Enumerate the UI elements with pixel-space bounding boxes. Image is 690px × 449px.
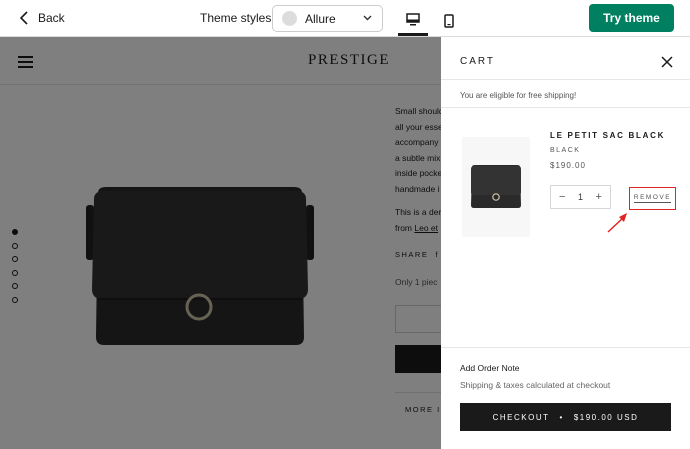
mobile-icon xyxy=(444,14,454,28)
theme-swatch xyxy=(282,11,297,26)
divider xyxy=(441,347,690,348)
checkout-button[interactable]: CHECKOUT • $190.00 USD xyxy=(460,403,671,431)
cart-item-variant: BLACK xyxy=(550,147,581,154)
remove-label: REMOVE xyxy=(633,194,672,203)
decrease-quantity-button[interactable]: − xyxy=(559,191,565,203)
desktop-icon xyxy=(406,13,420,26)
desktop-view-button[interactable] xyxy=(398,6,428,36)
free-shipping-message: You are eligible for free shipping! xyxy=(460,91,577,100)
theme-styles-label: Theme styles xyxy=(200,11,272,25)
cart-item-price: $190.00 xyxy=(550,161,586,170)
cart-title: CART xyxy=(460,56,496,67)
try-theme-button[interactable]: Try theme xyxy=(589,4,674,32)
quantity-stepper: − 1 + xyxy=(550,185,611,209)
add-order-note-link[interactable]: Add Order Note xyxy=(460,363,520,373)
product-thumbnail xyxy=(471,165,521,208)
taxes-note: Shipping & taxes calculated at checkout xyxy=(460,380,611,390)
theme-style-select[interactable]: Allure xyxy=(272,5,383,32)
quantity-value[interactable]: 1 xyxy=(578,192,583,202)
back-label: Back xyxy=(38,11,65,25)
annotation-arrow-icon xyxy=(607,213,627,233)
divider xyxy=(441,107,690,108)
theme-selected-value: Allure xyxy=(305,11,336,26)
editor-topbar: Back Theme styles Allure Try theme xyxy=(0,0,690,37)
checkout-total: $190.00 USD xyxy=(573,412,639,422)
cart-drawer: CART You are eligible for free shipping!… xyxy=(441,37,690,449)
chevron-down-icon xyxy=(363,15,372,21)
increase-quantity-button[interactable]: + xyxy=(596,191,602,203)
checkout-label: CHECKOUT xyxy=(492,412,550,422)
mobile-view-button[interactable] xyxy=(434,6,464,36)
chevron-left-icon xyxy=(20,11,28,25)
back-button[interactable]: Back xyxy=(20,9,65,27)
checkout-separator: • xyxy=(559,412,564,422)
close-icon[interactable] xyxy=(660,55,674,69)
cart-item-image[interactable] xyxy=(462,137,530,237)
remove-item-button[interactable]: REMOVE xyxy=(629,187,676,210)
divider xyxy=(441,79,690,80)
cart-item-name[interactable]: LE PETIT SAC BLACK xyxy=(550,131,665,140)
